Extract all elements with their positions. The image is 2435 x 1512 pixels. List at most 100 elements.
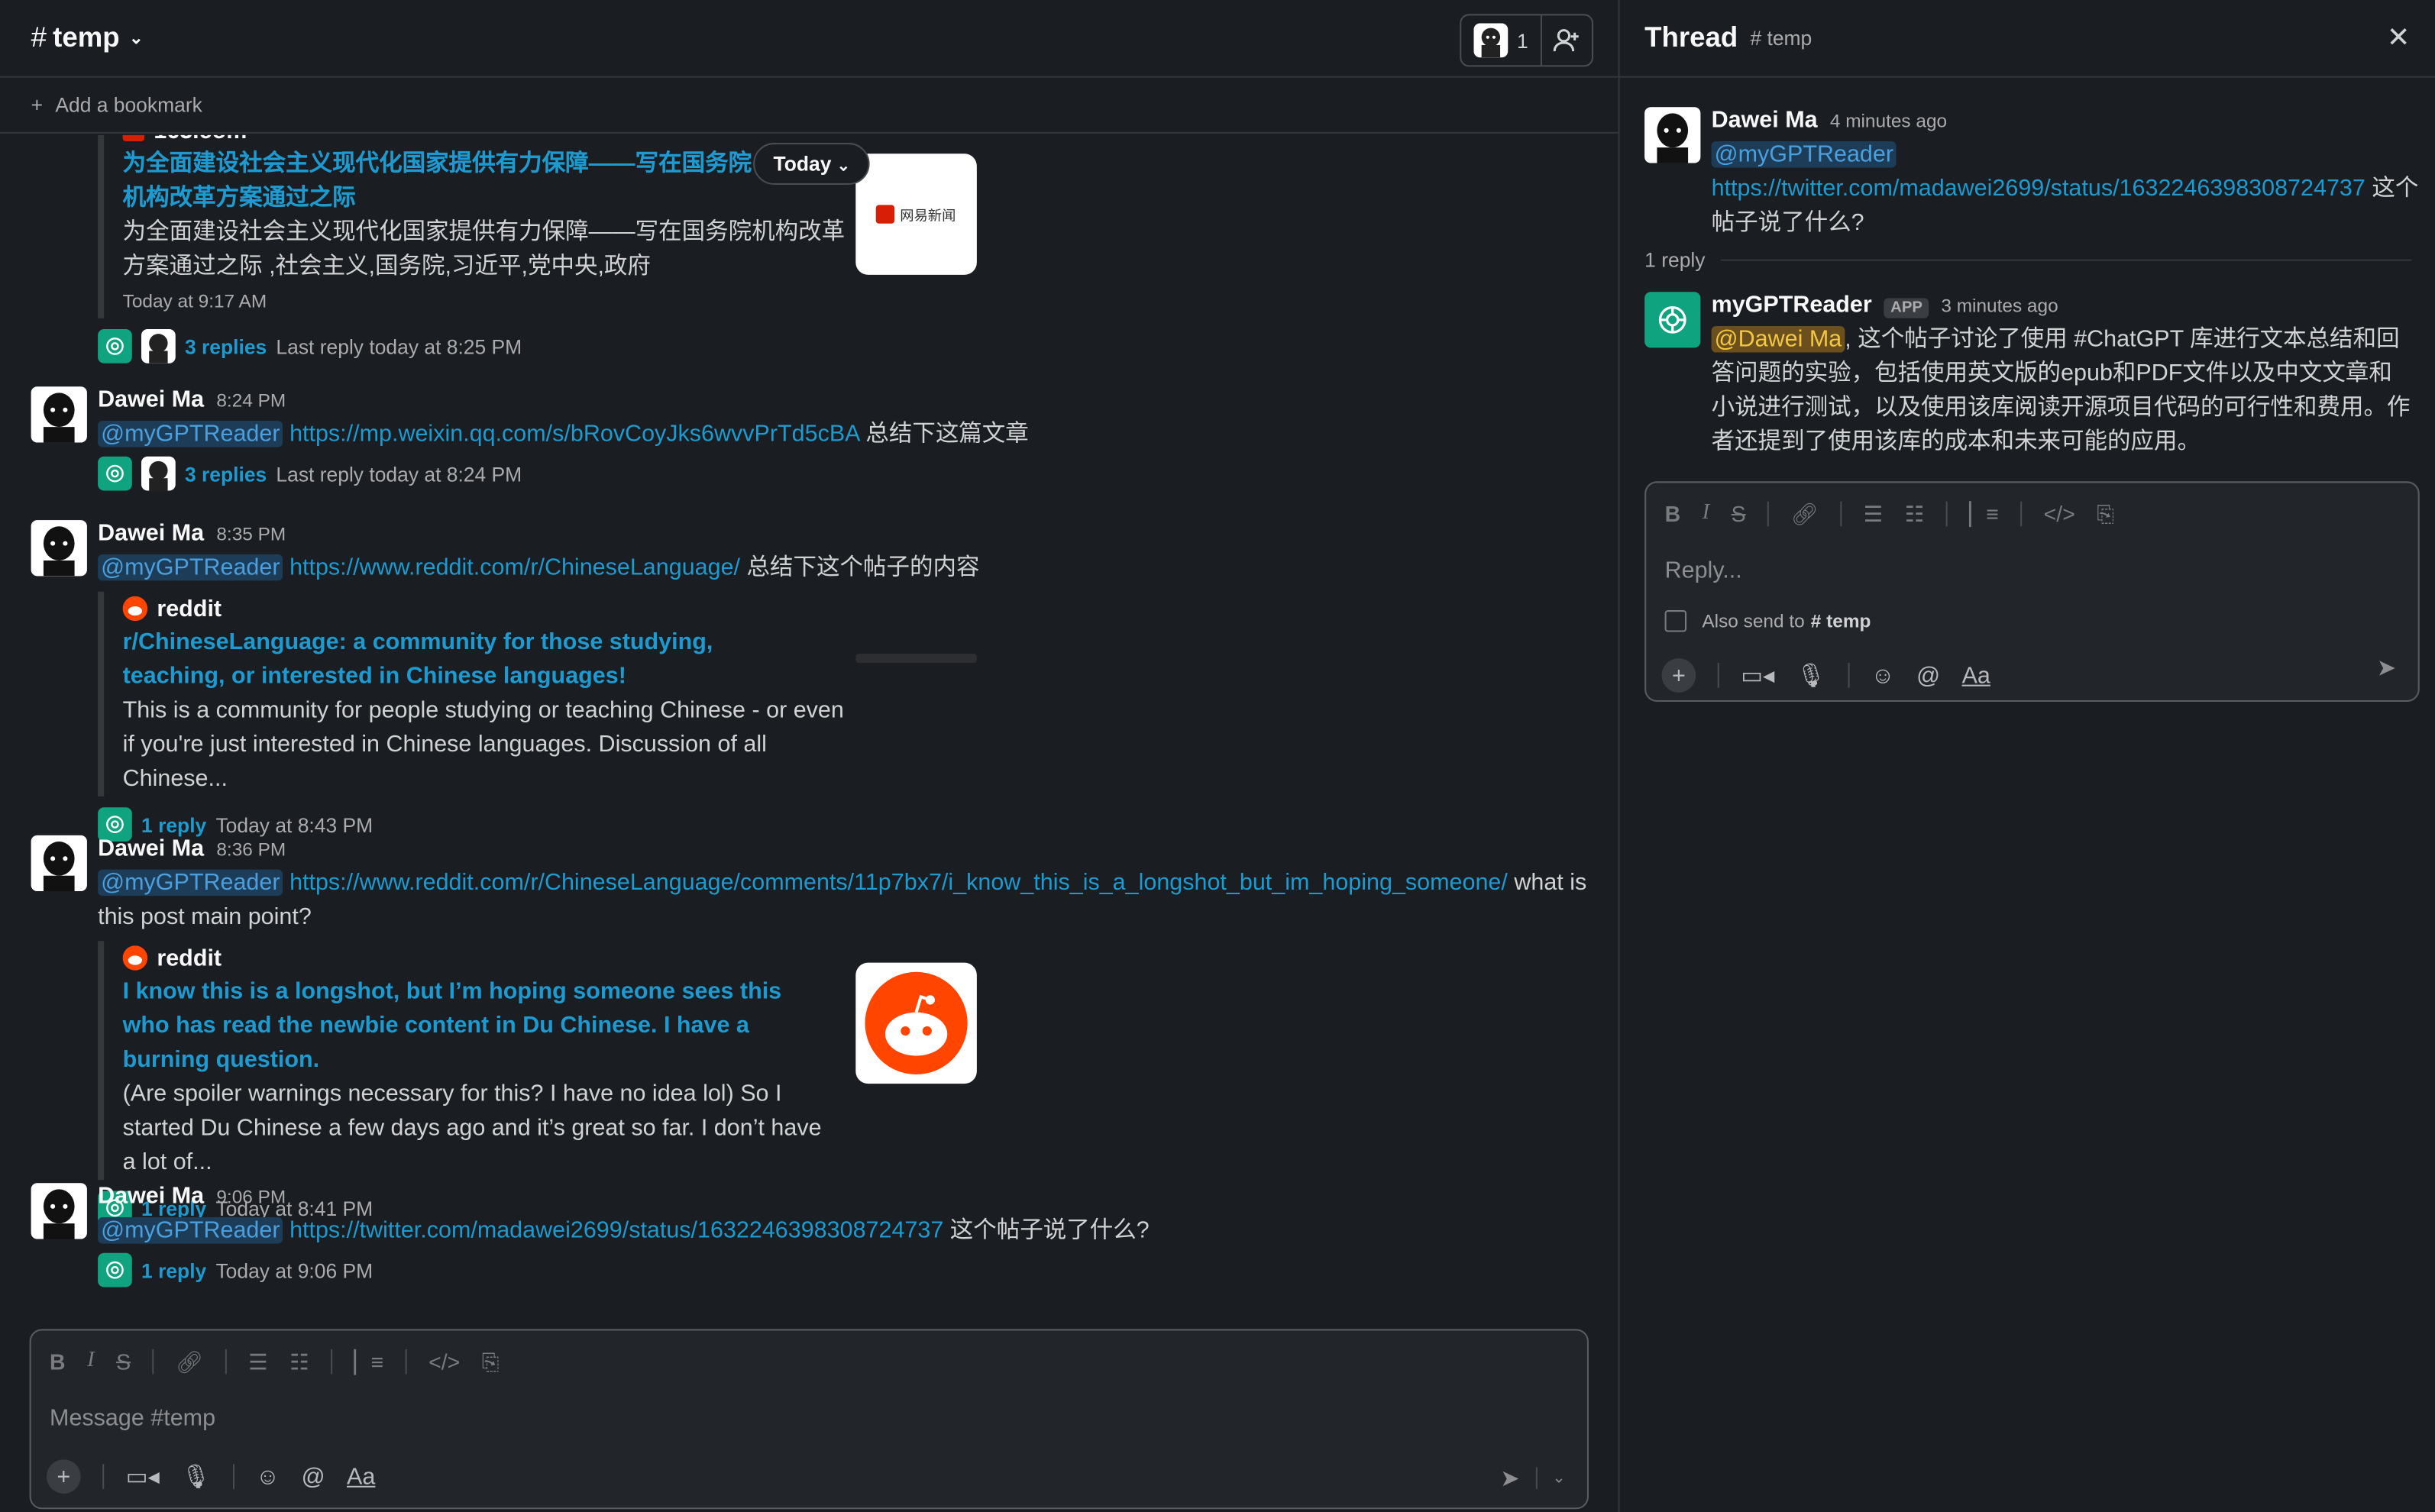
bold-icon[interactable]: B [1665, 502, 1681, 527]
message: Dawei Ma 9:06 PM @myGPTReader https://twi… [31, 1183, 1587, 1291]
unfurl-thumbnail[interactable] [855, 962, 977, 1084]
link-icon[interactable]: 🔗︎ [176, 1349, 203, 1375]
replies-link[interactable]: 1 reply [141, 1258, 206, 1281]
bullet-list-icon[interactable]: ☷ [289, 1349, 309, 1375]
channel-name-button[interactable]: # temp ⌄ [31, 21, 144, 54]
author-name[interactable]: Dawei Ma [98, 1183, 204, 1210]
thread-reply: myGPTReader APP 3 minutes ago @Dawei Ma,… [1644, 292, 2420, 460]
bookmark-label: Add a bookmark [55, 92, 202, 117]
microphone-icon[interactable]: 🎙︎ [181, 1462, 211, 1491]
formatting-icon[interactable]: Aa [347, 1463, 375, 1490]
close-icon[interactable]: ✕ [2387, 21, 2411, 54]
ordered-list-icon[interactable]: ☰ [1864, 501, 1884, 528]
thread-replies[interactable]: 1 reply Today at 9:06 PM [98, 1249, 1587, 1292]
mention-icon[interactable]: @ [302, 1463, 325, 1490]
timestamp[interactable]: 8:35 PM [216, 523, 286, 544]
thread-channel[interactable]: # temp [1750, 27, 1812, 50]
mention-icon[interactable]: @ [1916, 662, 1940, 689]
replies-link[interactable]: 1 reply [141, 813, 206, 835]
unfurl-title-link[interactable]: I know this is a longshot, but I’m hopin… [123, 975, 822, 1077]
mention[interactable]: @myGPTReader [98, 1217, 283, 1244]
code-icon[interactable]: </> [2044, 502, 2075, 527]
also-send-checkbox[interactable] [1664, 610, 1687, 632]
composer-actions: + ▭◂ 🎙︎ ☺ @ Aa [31, 1446, 1587, 1507]
emoji-icon[interactable]: ☺ [1871, 662, 1894, 689]
replies-link[interactable]: 3 replies [185, 462, 267, 485]
add-people-button[interactable] [1542, 15, 1592, 65]
emoji-icon[interactable]: ☺ [256, 1463, 280, 1490]
mention[interactable]: @myGPTReader [98, 420, 283, 447]
code-block-icon[interactable]: ⎘ [2097, 501, 2114, 528]
strikethrough-icon[interactable]: S [1732, 502, 1746, 527]
avatar[interactable] [31, 1183, 87, 1239]
code-block-icon[interactable]: ⎘ [482, 1349, 500, 1375]
avatar[interactable] [31, 386, 87, 443]
unfurl-thumbnail[interactable] [855, 653, 977, 664]
chatgpt-icon [98, 1252, 132, 1287]
author-name[interactable]: Dawei Ma [1712, 107, 1818, 134]
italic-icon[interactable]: I [1703, 502, 1709, 527]
message-input[interactable]: Message #temp [31, 1393, 1587, 1446]
reply-input[interactable]: Reply... [1646, 545, 2418, 598]
mention[interactable]: @myGPTReader [98, 554, 283, 581]
video-icon[interactable]: ▭◂ [1741, 661, 1774, 690]
bold-icon[interactable]: B [50, 1349, 66, 1375]
members-button[interactable]: 1 [1461, 15, 1542, 66]
mention[interactable]: @myGPTReader [1711, 141, 1897, 168]
formatting-icon[interactable]: Aa [1962, 662, 1990, 689]
plus-icon[interactable]: + [46, 1459, 81, 1494]
unfurl-thumbnail[interactable]: 网易新闻 [855, 153, 977, 275]
message-link[interactable]: https://twitter.com/madawei2699/status/1… [1712, 176, 2365, 202]
plus-icon[interactable]: + [1661, 658, 1696, 693]
timestamp[interactable]: 3 minutes ago [1941, 295, 2058, 316]
message-link[interactable]: https://mp.weixin.qq.com/s/bRovCoyJks6wv… [289, 421, 859, 447]
chatgpt-avatar-icon[interactable] [1644, 292, 1701, 348]
author-name[interactable]: Dawei Ma [98, 386, 204, 413]
date-divider-pill[interactable]: Today ⌄ [753, 143, 871, 185]
header-actions: 1 [1459, 14, 1594, 67]
timestamp[interactable]: 8:24 PM [216, 389, 286, 411]
thread-replies[interactable]: 3 replies Last reply today at 8:24 PM [98, 452, 1587, 496]
thread-replies[interactable]: 3 replies Last reply today at 8:25 PM [98, 325, 1587, 368]
author-name[interactable]: myGPTReader [1712, 292, 1872, 318]
mention[interactable]: @myGPTReader [98, 869, 283, 897]
timestamp[interactable]: 9:06 PM [216, 1186, 286, 1207]
thread-parent-message: Dawei Ma 4 minutes ago @myGPTReader https… [1644, 107, 2420, 241]
message-text: @myGPTReader https://twitter.com/madawei… [98, 1214, 1587, 1249]
link-icon[interactable]: 🔗︎ [1791, 501, 1819, 528]
author-name[interactable]: Dawei Ma [98, 520, 204, 547]
avatar[interactable] [31, 520, 87, 577]
avatar[interactable] [1644, 107, 1701, 163]
send-icon[interactable]: ➤ [1500, 1464, 1520, 1492]
add-bookmark-button[interactable]: + Add a bookmark [0, 78, 1618, 134]
author-name[interactable]: Dawei Ma [98, 835, 204, 862]
message-list[interactable]: 163.com 为全面建设社会主义现代化国家提供有力保障——写在国务院机构改革方… [0, 134, 1618, 1323]
thread-header: Thread # temp ✕ [1619, 0, 2435, 78]
timestamp[interactable]: 4 minutes ago [1830, 110, 1947, 131]
send-icon[interactable]: ➤ [2377, 654, 2397, 682]
message-link[interactable]: https://twitter.com/madawei2699/status/1… [289, 1217, 943, 1244]
strikethrough-icon[interactable]: S [116, 1349, 131, 1375]
message-link[interactable]: https://www.reddit.com/r/ChineseLanguage… [289, 870, 1508, 897]
italic-icon[interactable]: I [87, 1349, 94, 1375]
avatar[interactable] [31, 835, 87, 892]
code-icon[interactable]: </> [428, 1349, 460, 1375]
bullet-list-icon[interactable]: ☷ [1905, 501, 1925, 528]
message: Dawei Ma 8:24 PM @myGPTReader https://mp.… [31, 386, 1587, 495]
unfurl-title-link[interactable]: r/ChineseLanguage: a community for those… [123, 625, 807, 693]
composer-actions: + ▭◂ 🎙︎ ☺ @ Aa [1646, 645, 2418, 706]
ordered-list-icon[interactable]: ☰ [248, 1349, 268, 1375]
blockquote-icon[interactable]: ▏≡ [354, 1349, 384, 1375]
video-icon[interactable]: ▭◂ [126, 1462, 160, 1491]
chevron-down-icon[interactable]: ⌄ [1552, 1469, 1565, 1486]
microphone-icon[interactable]: 🎙︎ [1796, 661, 1826, 690]
slack-app: # temp ⌄ 1 + Add a bookmark Today ⌄ 为全面建… [0, 0, 2435, 1512]
unfurl-title-link[interactable]: 为全面建设社会主义现代化国家提供有力保障——写在国务院机构改革方案通过之际 [123, 147, 760, 215]
timestamp[interactable]: 8:36 PM [216, 838, 286, 860]
message-text: @myGPTReader https://www.reddit.com/r/Ch… [98, 869, 1587, 930]
also-send-option[interactable]: Also send to # temp [1646, 598, 2418, 645]
mention[interactable]: @Dawei Ma [1711, 325, 1845, 353]
blockquote-icon[interactable]: ▏≡ [1969, 501, 1999, 528]
replies-link[interactable]: 3 replies [185, 334, 267, 357]
message-link[interactable]: https://www.reddit.com/r/ChineseLanguage… [289, 554, 740, 581]
